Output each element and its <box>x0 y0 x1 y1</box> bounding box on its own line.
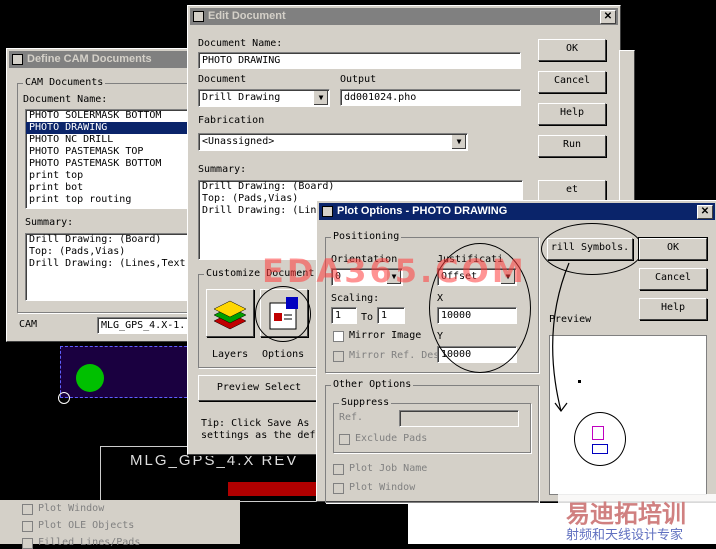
plot-title-bar: Plot Options - PHOTO DRAWING ✕ <box>319 203 715 220</box>
scaling-label: Scaling: <box>331 293 380 304</box>
close-icon[interactable]: ✕ <box>600 10 616 24</box>
cam-document-item[interactable]: PHOTO DRAWING <box>26 122 202 134</box>
document-type-select[interactable]: Drill Drawing ▼ <box>198 89 330 107</box>
plot-help-button[interactable]: Help <box>639 298 707 320</box>
fabrication-select[interactable]: <Unassigned> ▼ <box>198 133 468 151</box>
background-window-edge <box>619 50 635 202</box>
edit-run-button[interactable]: Run <box>538 135 606 157</box>
cam-document-item[interactable]: PHOTO PASTEMASK TOP <box>26 146 202 158</box>
scale-to-input[interactable]: 1 <box>377 307 405 324</box>
watermark-eda365: EDA365.COM <box>262 252 527 290</box>
plot-window-checkbox-bg[interactable] <box>22 504 33 515</box>
scale-from-input[interactable]: 1 <box>331 307 357 324</box>
mirror-image-checkbox[interactable] <box>333 331 344 342</box>
ref-label: Ref. <box>339 412 364 423</box>
cam-document-item[interactable]: PHOTO PASTEMASK BOTTOM <box>26 158 202 170</box>
plot-window-checkbox[interactable] <box>333 483 344 494</box>
options-highlight-circle <box>255 286 311 342</box>
options-label: Options <box>262 349 305 360</box>
tip-line-1: Tip: Click Save As <box>201 418 310 429</box>
edit-ok-button[interactable]: OK <box>538 39 606 61</box>
chevron-down-icon[interactable]: ▼ <box>313 91 328 105</box>
fabrication-value: <Unassigned> <box>202 136 275 147</box>
close-icon[interactable]: ✕ <box>697 205 713 219</box>
app-icon <box>193 11 204 22</box>
cam-summary-line: Drill Drawing: (Board) <box>29 234 162 245</box>
plot-ok-button[interactable]: OK <box>638 237 708 261</box>
cam-doc-name-label: Document Name: <box>23 94 108 105</box>
layers-icon <box>213 300 247 330</box>
app-icon <box>12 54 23 65</box>
edit-title-bar: Edit Document ✕ <box>190 8 618 25</box>
mirror-ref-checkbox[interactable] <box>333 351 344 362</box>
annotation-arrow <box>552 262 570 412</box>
cam-title-bar: Define CAM Documents <box>9 51 201 68</box>
other-options-group-label: Other Options <box>331 379 414 391</box>
watermark-cn-subtitle: 射频和天线设计专家 <box>566 528 684 543</box>
plot-ole-checkbox[interactable] <box>22 521 33 532</box>
exclude-pads-checkbox[interactable] <box>339 434 350 445</box>
plot-job-name-checkbox[interactable] <box>333 464 344 475</box>
edit-doc-name-input[interactable]: PHOTO DRAWING <box>198 52 521 69</box>
tip-line-2: settings as the def <box>201 430 316 441</box>
edit-title: Edit Document <box>208 10 286 22</box>
cam-document-item[interactable]: print top routing <box>26 194 202 206</box>
layers-label: Layers <box>212 349 249 360</box>
cam-document-item[interactable]: print bot <box>26 182 202 194</box>
cam-summary-box: Drill Drawing: (Board) Top: (Pads,Vias) … <box>25 233 203 301</box>
suppress-group-label: Suppress <box>339 397 392 409</box>
mirror-image-label: Mirror Image <box>349 330 422 341</box>
plot-window-label: Plot Window <box>349 482 416 493</box>
layers-button[interactable] <box>206 289 254 337</box>
document-type-value: Drill Drawing <box>202 92 281 103</box>
scale-to-label: To <box>361 312 374 323</box>
cam-documents-list[interactable]: PHOTO SOLERMASK BOTTOM PHOTO DRAWING PHOTO… <box>25 109 203 209</box>
pcb-pad <box>76 364 104 392</box>
positioning-group-label: Positioning <box>331 231 402 243</box>
cam-documents-group-label: CAM Documents <box>23 77 106 89</box>
cam-summary-line: Top: (Pads,Vias) <box>29 246 126 257</box>
ref-input[interactable] <box>399 410 519 427</box>
fabrication-label: Fabrication <box>198 115 265 126</box>
cam-document-item[interactable]: PHOTO NC DRILL <box>26 134 202 146</box>
watermark-bottom: 易迪拓培训 射频和天线设计专家 <box>558 494 716 544</box>
pcb-pad-marker <box>58 392 70 404</box>
preview-selections-button[interactable]: Preview Select <box>198 375 320 401</box>
edit-doc-name-label: Document Name: <box>198 38 283 49</box>
plot-window-label-bg: Plot Window <box>38 503 105 514</box>
edit-cancel-button[interactable]: Cancel <box>538 71 606 93</box>
cam-summary-label: Summary: <box>25 217 74 228</box>
mirror-ref-label: Mirror Ref. Des <box>349 350 440 361</box>
filled-lines-label: Filled Lines/Pads <box>38 537 141 548</box>
chevron-down-icon[interactable]: ▼ <box>451 135 466 149</box>
plot-title: Plot Options - PHOTO DRAWING <box>337 205 508 217</box>
edit-help-button[interactable]: Help <box>538 103 606 125</box>
cam-label: CAM <box>19 319 38 330</box>
plot-cancel-button[interactable]: Cancel <box>639 268 707 290</box>
plot-job-name-label: Plot Job Name <box>349 463 428 474</box>
document-type-label: Document <box>198 74 247 85</box>
plot-ole-label: Plot OLE Objects <box>38 520 135 531</box>
plot-options-window: Plot Options - PHOTO DRAWING ✕ Positionin… <box>316 200 716 503</box>
pcb-red-text <box>228 482 318 496</box>
edit-set-layers-button[interactable]: et Layers.. <box>538 180 606 213</box>
cam-title: Define CAM Documents <box>27 53 152 65</box>
output-label: Output <box>340 74 377 85</box>
define-cam-window: Define CAM Documents CAM Documents Docum… <box>6 48 204 342</box>
cam-summary-line: Drill Drawing: (Lines,Text <box>29 258 186 269</box>
background-panel: Plot Window Plot OLE Objects Filled Line… <box>0 500 240 549</box>
cam-document-item[interactable]: print top <box>26 170 202 182</box>
edit-summary-label: Summary: <box>198 164 247 175</box>
exclude-pads-label: Exclude Pads <box>355 433 428 444</box>
cam-directory-field[interactable]: MLG_GPS_4.X-1. <box>97 317 201 334</box>
edit-summary-line: Drill Drawing: (Board) <box>202 181 335 192</box>
cam-document-item[interactable]: PHOTO SOLERMASK BOTTOM <box>26 110 202 122</box>
output-file-input[interactable]: dd001024.pho <box>340 89 521 106</box>
app-icon <box>322 206 333 217</box>
